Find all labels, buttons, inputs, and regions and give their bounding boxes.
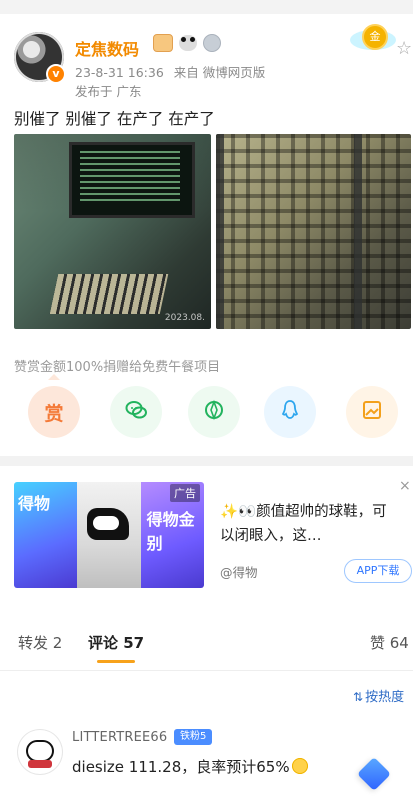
post-photo-2[interactable] (216, 134, 411, 329)
post-photo-1[interactable]: 2023.08. (14, 134, 211, 329)
ad-app-download-button[interactable]: APP下载 (344, 559, 412, 583)
ad-tag: 广告 (169, 484, 200, 502)
author-name[interactable]: 定焦数码 (75, 36, 139, 60)
avatar-face (26, 740, 54, 762)
ad-source[interactable]: @得物 (220, 562, 258, 581)
photo-rail (354, 134, 362, 329)
ad-panel-2 (77, 482, 141, 588)
qq-icon (278, 398, 302, 427)
sort-icon: ⇅ (353, 690, 364, 704)
gold-medal-icon[interactable]: 金 (350, 22, 396, 52)
share-qq-button[interactable] (264, 386, 316, 438)
author-badges (153, 34, 221, 52)
comment-item: LITTERTREE66 铁粉5 diesize 111.28，良率预计65% (0, 724, 413, 811)
ad-brand: 得物 (18, 494, 51, 513)
avatar-scarf (28, 760, 52, 768)
comment-avatar[interactable] (18, 730, 62, 774)
tab-like[interactable]: 赞 64 (370, 632, 409, 653)
post-meta: 23-8-31 16:36 来自 微博网页版 (75, 62, 265, 81)
fan-badge: 铁粉5 (174, 729, 213, 745)
comment-text-content: diesize 111.28，良率预计65% (72, 758, 290, 776)
reward-note: 赞赏金额100%捐赠给免费午餐项目 (14, 360, 221, 375)
author-avatar[interactable]: v (14, 32, 66, 84)
tabs-divider (0, 670, 413, 671)
reward-caret (48, 374, 60, 380)
share-image-button[interactable] (346, 386, 398, 438)
crown-badge-icon (153, 34, 173, 52)
emoji-icon (291, 758, 308, 774)
section-divider (0, 456, 413, 466)
sort-label: 按热度 (365, 690, 405, 705)
level-badge-icon (203, 34, 221, 52)
share-actions: 赏 (0, 382, 413, 442)
reward-button[interactable]: 赏 (28, 386, 80, 438)
tab-comment[interactable]: 评论 57 (88, 632, 144, 653)
moments-icon (202, 398, 226, 427)
sneaker-image (87, 508, 130, 540)
share-moments-button[interactable] (188, 386, 240, 438)
medal-coin: 金 (362, 24, 388, 50)
tab-repost[interactable]: 转发 2 (18, 632, 62, 653)
ad-panel-1: 得物 (14, 482, 78, 588)
image-share-icon (360, 398, 384, 427)
post-tabs: 转发 2 评论 57 赞 64 (0, 628, 413, 668)
photo-monitor (69, 142, 195, 218)
verified-badge: v (46, 64, 66, 84)
active-tab-underline (97, 660, 135, 663)
star-icon[interactable]: ☆ (396, 38, 412, 59)
close-icon[interactable]: × (399, 478, 411, 494)
ad-panel-3: 得物金别 广告 (140, 482, 204, 588)
photo-tray (49, 274, 169, 314)
post-text: 别催了 别催了 在产了 在产了 (14, 110, 215, 128)
comment-username[interactable]: LITTERTREE66 (72, 730, 167, 745)
ad-card[interactable]: 得物 得物金别 广告 ✨👀颜值超帅的球鞋，可以闭眼入，这… @得物 APP下载 … (0, 466, 413, 606)
photo-rail (216, 134, 224, 329)
wechat-icon (124, 398, 148, 427)
post-source: 来自 微博网页版 (173, 65, 266, 80)
top-strip (0, 0, 413, 14)
ad-brand-2: 得物金别 (146, 510, 195, 553)
photo-watermark: 2023.08. (164, 313, 205, 323)
floating-action-icon[interactable] (357, 757, 391, 791)
comment-text: diesize 111.28，良率预计65% (72, 756, 308, 777)
sort-button[interactable]: ⇅ 按热度 (353, 686, 404, 705)
ad-text[interactable]: ✨👀颜值超帅的球鞋，可以闭眼入，这… (220, 500, 390, 548)
post-location: 发布于 广东 (75, 84, 142, 99)
ad-image[interactable]: 得物 得物金别 广告 (14, 482, 204, 588)
post-timestamp: 23-8-31 16:36 (75, 65, 164, 80)
reward-icon: 赏 (44, 402, 64, 425)
share-wechat-button[interactable] (110, 386, 162, 438)
panda-badge-icon (179, 35, 197, 51)
